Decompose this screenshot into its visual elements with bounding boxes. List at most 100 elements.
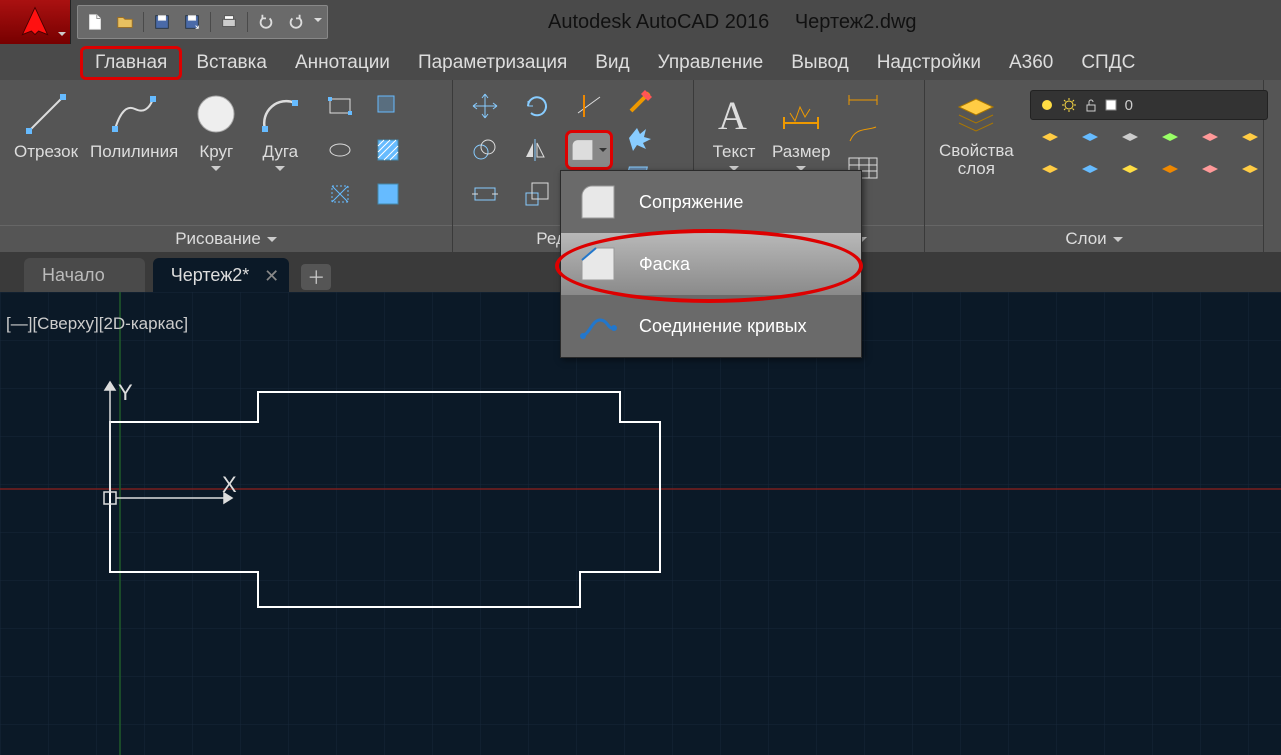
panel-draw: Отрезок Полилиния Круг Дуга xyxy=(0,80,453,252)
explode-button[interactable] xyxy=(619,122,661,154)
dropdown-item-fillet[interactable]: Сопряжение xyxy=(561,171,861,233)
ribbon-tabs: Главная Вставка Аннотации Параметризация… xyxy=(0,44,1281,80)
undo-button[interactable] xyxy=(251,8,281,36)
chevron-down-icon xyxy=(58,32,66,40)
doc-tab-label: Начало xyxy=(42,265,105,286)
text-button-label: Текст xyxy=(713,142,756,162)
plot-button[interactable] xyxy=(214,8,244,36)
lightbulb-icon xyxy=(1039,97,1055,113)
trim-button[interactable] xyxy=(565,86,613,126)
text-icon: A xyxy=(708,88,760,140)
rectangle-dd-button[interactable] xyxy=(366,86,410,126)
polyline-button-label: Полилиния xyxy=(90,142,178,162)
ribbon-tab-spds[interactable]: СПДС xyxy=(1067,46,1149,80)
erase-button[interactable] xyxy=(619,86,661,118)
window-title: Autodesk AutoCAD 2016 Чертеж2.dwg xyxy=(548,11,917,34)
color-swatch-icon xyxy=(1105,99,1117,111)
ribbon-tab-parametric[interactable]: Параметризация xyxy=(404,46,581,80)
doc-tab-start[interactable]: Начало xyxy=(24,258,145,292)
layer-off-button[interactable] xyxy=(1072,126,1108,154)
leader-button[interactable] xyxy=(840,120,886,148)
axis-x-label: X xyxy=(222,472,237,497)
quick-access-toolbar xyxy=(77,5,328,39)
polyline-button[interactable]: Полилиния xyxy=(84,86,184,164)
ribbon-tab-manage[interactable]: Управление xyxy=(644,46,778,80)
layer-prev-button[interactable] xyxy=(1232,126,1268,154)
layer-lock-button[interactable] xyxy=(1152,126,1188,154)
lock-open-icon xyxy=(1083,97,1099,113)
line-button[interactable]: Отрезок xyxy=(8,86,84,164)
close-icon[interactable]: ✕ xyxy=(264,266,279,287)
dimension-button-label: Размер xyxy=(772,142,830,162)
ribbon-tab-output[interactable]: Вывод xyxy=(777,46,862,80)
panel-layers-title[interactable]: Слои xyxy=(925,225,1263,252)
saveas-button[interactable] xyxy=(177,8,207,36)
layer-t4-button[interactable] xyxy=(1152,158,1188,186)
line-icon xyxy=(20,88,72,140)
layer-selector[interactable]: 0 xyxy=(1030,90,1268,120)
dropdown-item-chamfer[interactable]: Фаска xyxy=(561,233,861,295)
stretch-button[interactable] xyxy=(461,174,509,214)
viewport-label[interactable]: [—][Сверху][2D-каркас] xyxy=(6,314,188,334)
new-tab-button[interactable]: ＋ xyxy=(301,264,331,290)
redo-button[interactable] xyxy=(281,8,311,36)
circle-button-label: Круг xyxy=(199,142,233,162)
ellipse-button[interactable] xyxy=(318,130,362,170)
linear-dim-button[interactable] xyxy=(840,86,886,114)
chevron-down-icon xyxy=(599,148,607,156)
fillet-split-button[interactable] xyxy=(565,130,613,170)
circle-button[interactable]: Круг xyxy=(184,86,248,178)
layer-freeze-button[interactable] xyxy=(1112,126,1148,154)
ribbon-tab-annotate[interactable]: Аннотации xyxy=(281,46,404,80)
circle-icon xyxy=(190,88,242,140)
ribbon-tab-view[interactable]: Вид xyxy=(581,46,643,80)
dimension-button[interactable]: Размер xyxy=(766,86,836,178)
save-button[interactable] xyxy=(147,8,177,36)
svg-text:A: A xyxy=(718,93,747,138)
ribbon-tab-insert[interactable]: Вставка xyxy=(182,46,281,80)
layer-t2-button[interactable] xyxy=(1072,158,1108,186)
spline-button[interactable] xyxy=(318,174,362,214)
fillet-dropdown: Сопряжение Фаска Соединение кривых xyxy=(560,170,862,358)
text-button[interactable]: A Текст xyxy=(702,86,766,178)
panel-draw-title[interactable]: Рисование xyxy=(0,225,452,252)
app-menu-button[interactable] xyxy=(0,0,71,44)
dropdown-item-label: Фаска xyxy=(639,254,690,275)
dropdown-item-label: Соединение кривых xyxy=(639,316,807,337)
new-file-button[interactable] xyxy=(80,8,110,36)
chamfer-icon xyxy=(577,243,619,285)
fillet-icon xyxy=(577,181,619,223)
layer-t6-button[interactable] xyxy=(1232,158,1268,186)
axis-y-label: Y xyxy=(118,380,133,405)
dimension-icon xyxy=(775,88,827,140)
layer-iso-button[interactable] xyxy=(1032,126,1068,154)
layer-t3-button[interactable] xyxy=(1112,158,1148,186)
ribbon-tab-a360[interactable]: A360 xyxy=(995,46,1067,80)
doc-tab-current[interactable]: Чертеж2*✕ xyxy=(153,258,290,292)
open-file-button[interactable] xyxy=(110,8,140,36)
hatch-button[interactable] xyxy=(366,130,410,170)
layer-properties-label: Свойства слоя xyxy=(939,142,1014,178)
mirror-button[interactable] xyxy=(513,130,561,170)
layer-t1-button[interactable] xyxy=(1032,158,1068,186)
scale-button[interactable] xyxy=(513,174,561,214)
current-layer-name: 0 xyxy=(1125,97,1133,114)
chevron-down-icon xyxy=(275,166,285,176)
dropdown-item-blend[interactable]: Соединение кривых xyxy=(561,295,861,357)
layer-match-button[interactable] xyxy=(1192,126,1228,154)
layer-t5-button[interactable] xyxy=(1192,158,1228,186)
drawing-canvas[interactable]: Y X [—][Сверху][2D-каркас] xyxy=(0,292,1281,755)
rotate-button[interactable] xyxy=(513,86,561,126)
layer-properties-button[interactable]: Свойства слоя xyxy=(933,86,1020,180)
rectangle-button[interactable] xyxy=(318,86,362,126)
copy-button[interactable] xyxy=(461,130,509,170)
arc-button[interactable]: Дуга xyxy=(248,86,312,178)
ribbon-tab-addins[interactable]: Надстройки xyxy=(863,46,995,80)
dropdown-item-label: Сопряжение xyxy=(639,192,743,213)
file-name: Чертеж2.dwg xyxy=(795,11,917,33)
ribbon-tab-home[interactable]: Главная xyxy=(80,46,182,80)
polyline-icon xyxy=(108,88,160,140)
line-button-label: Отрезок xyxy=(14,142,78,162)
move-button[interactable] xyxy=(461,86,509,126)
point-button[interactable] xyxy=(366,174,410,214)
